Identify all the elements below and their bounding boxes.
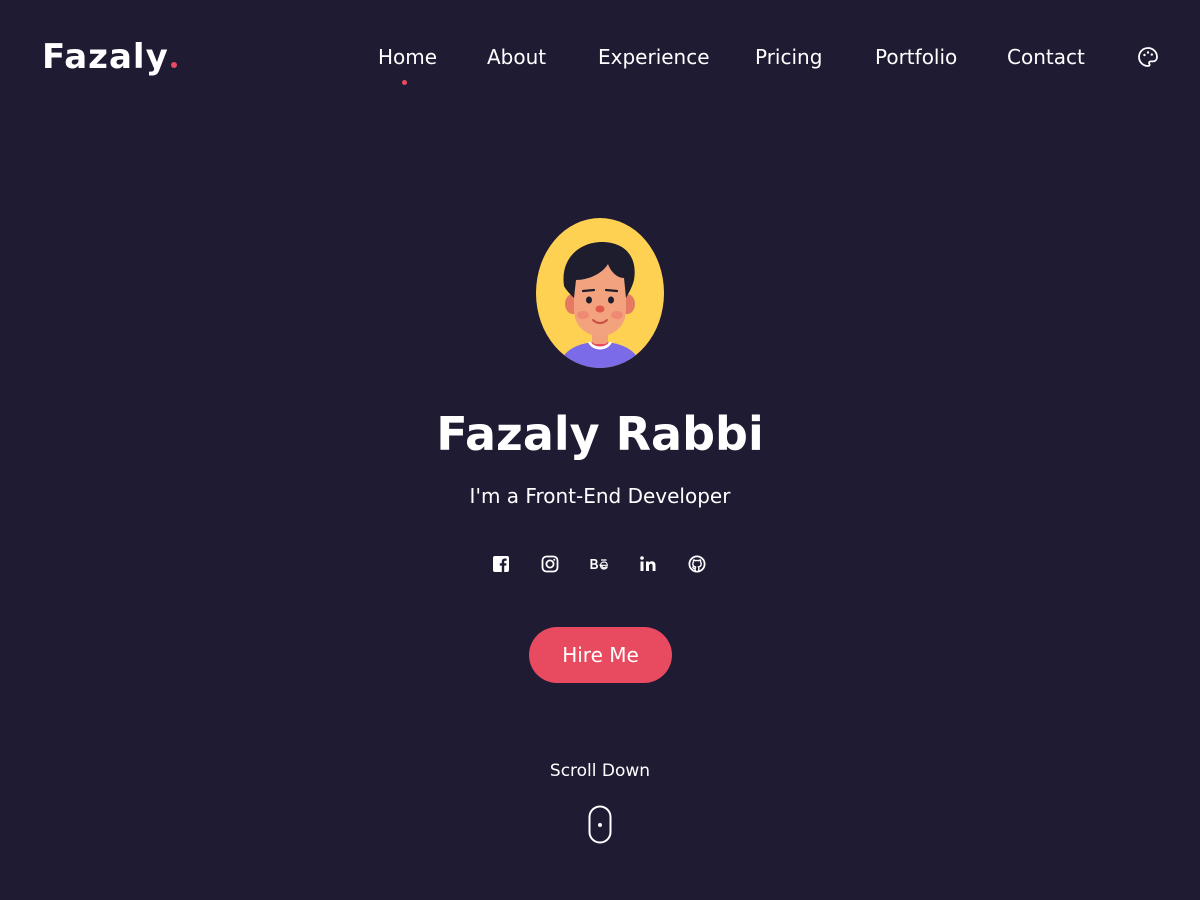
instagram-icon[interactable] [539,553,561,575]
logo-text: Fazaly [42,37,169,77]
behance-icon[interactable] [588,553,610,575]
linkedin-icon[interactable] [637,553,659,575]
social-links [490,553,710,575]
nav-item-about[interactable]: About [487,40,546,74]
hero-name: Fazaly Rabbi [436,407,764,461]
logo-dot [170,62,177,68]
nav-item-pricing[interactable]: Pricing [755,40,822,74]
main-nav: Home About Experience Pricing Portfolio … [350,40,1130,85]
scroll-down-label: Scroll Down [549,761,651,781]
nav-item-experience[interactable]: Experience [598,40,710,74]
hire-me-button[interactable]: Hire Me [529,627,672,683]
page: Fazaly Home About Experience Pricing Por… [0,0,1200,900]
nav-item-home[interactable]: Home [378,40,437,74]
github-icon[interactable] [686,553,708,575]
avatar [536,218,664,368]
logo[interactable]: Fazaly [42,34,177,80]
hero-tagline: I'm a Front-End Developer [469,484,731,508]
facebook-icon[interactable] [490,553,512,575]
palette-icon[interactable] [1137,46,1159,68]
nav-active-indicator [402,80,407,85]
nav-item-portfolio[interactable]: Portfolio [875,40,957,74]
nav-item-contact[interactable]: Contact [1007,40,1085,74]
mouse-icon[interactable] [588,805,612,845]
